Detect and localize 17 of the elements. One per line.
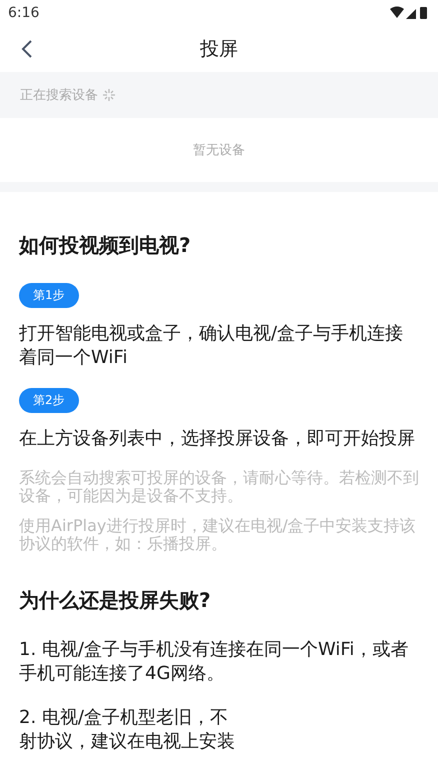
reason-text: 射协议，建议在电视上安装 [19,730,236,754]
step-badge: 第2步 [19,388,79,413]
reason-text: 1. 电视/盒子与手机没有连接在同一个WiFi，或者手机可能连接了4G网络。 [19,638,410,686]
step-text: 在上方设备列表中，选择投屏设备，即可开始投屏 [19,427,416,451]
section-title: 如何投视频到电视? [19,232,192,259]
search-status-text: 正在搜索设备 [20,87,98,104]
empty-text: 暂无设备 [193,142,245,159]
back-icon[interactable] [21,40,33,58]
status-icons [390,6,428,20]
note-text: 系统会自动搜索可投屏的设备，请耐心等待。若检测不到设备，可能因为是设备不支持。 [19,469,419,505]
status-time: 6:16 [8,5,40,21]
reason-text: 2. 电视/盒子机型老旧，不 [19,706,229,730]
section-title: 为什么还是投屏失败? [19,587,212,614]
note-text: 使用AirPlay进行投屏时，建议在电视/盒子中安装支持该协议的软件，如：乐播投屏。 [19,517,417,553]
step-badge: 第1步 [19,283,79,308]
page-title: 投屏 [200,37,238,62]
step-text: 打开智能电视或盒子，确认电视/盒子与手机连接着同一个WiFi [19,322,404,370]
